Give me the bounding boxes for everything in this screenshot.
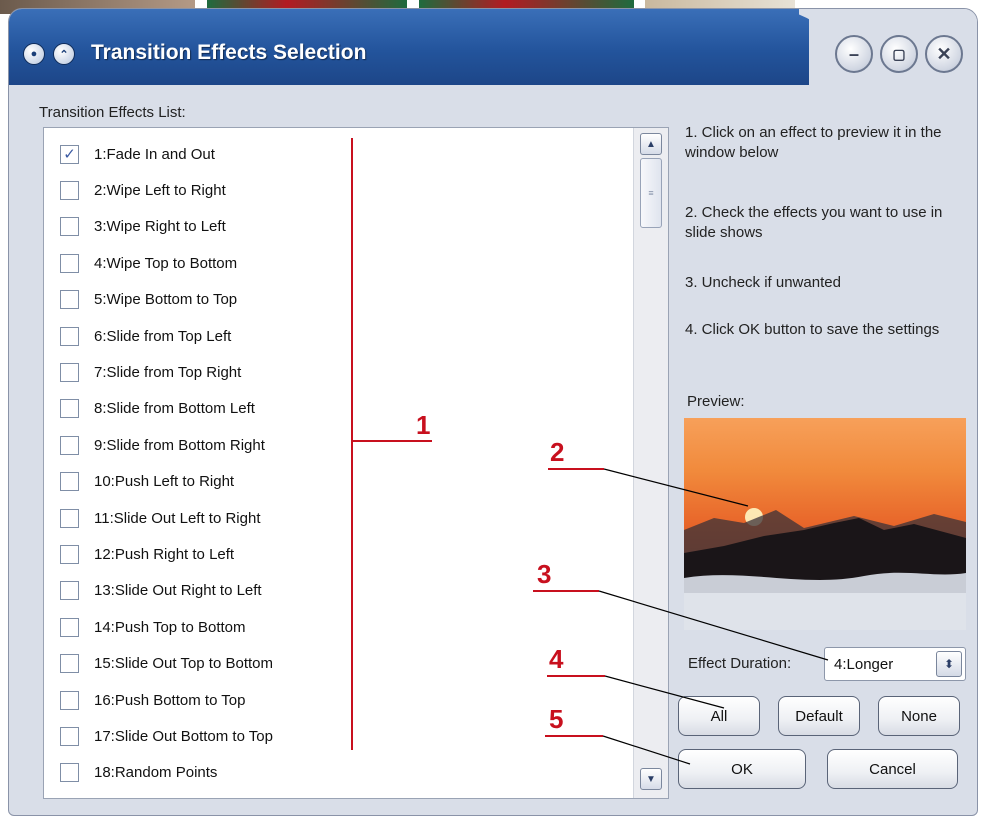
annotation-pointer-5 [602,735,691,765]
annotation-number-5: 5 [549,704,564,734]
annotation-number-3: 3 [537,559,552,589]
annotation-overlay [351,138,829,765]
annotation-pointer-4 [604,675,725,709]
annotation-pointer-3 [598,590,829,661]
annotation-pointer-2 [603,468,749,507]
annotation-number-1: 1 [416,410,431,440]
annotation-number-2: 2 [550,437,565,467]
annotation-number-4: 4 [549,644,564,674]
